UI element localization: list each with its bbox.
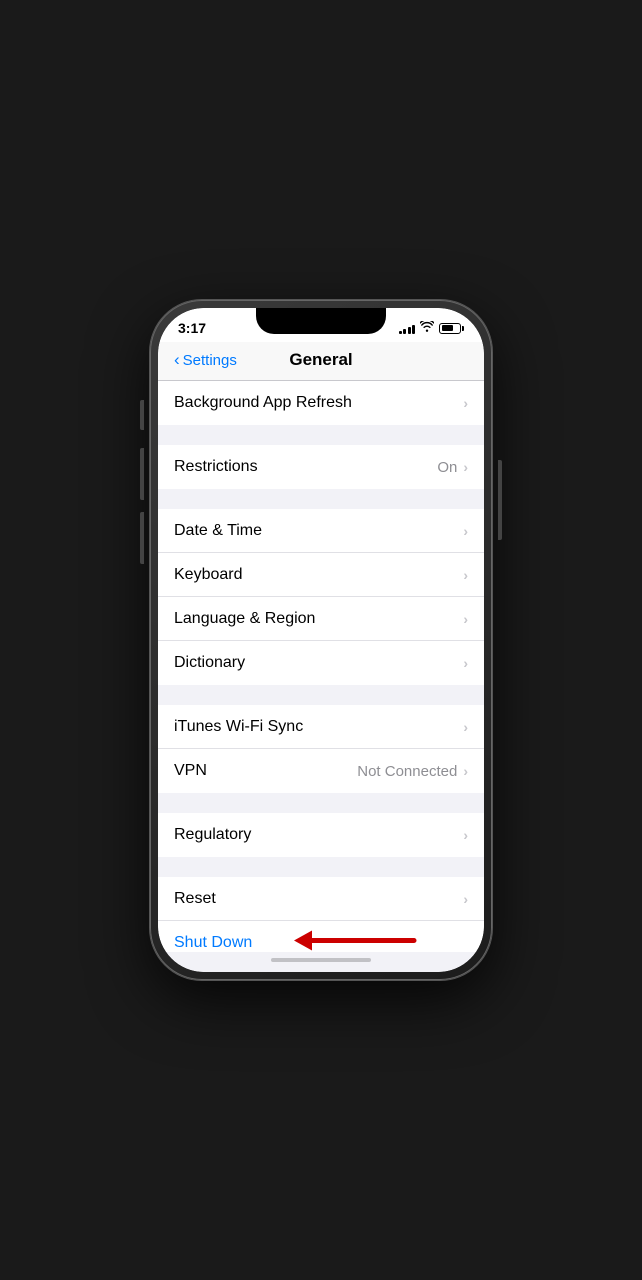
notch (256, 308, 386, 334)
language-region-right: › (463, 611, 468, 627)
date-time-row[interactable]: Date & Time › (158, 509, 484, 553)
chevron-left-icon: ‹ (174, 350, 180, 370)
mute-button (140, 400, 144, 430)
wifi-icon (420, 321, 434, 335)
page-title: General (289, 350, 352, 370)
chevron-icon: › (463, 523, 468, 539)
spacer-3 (158, 685, 484, 705)
screen-content: 3:17 (158, 308, 484, 972)
chevron-icon: › (463, 891, 468, 907)
chevron-icon: › (463, 719, 468, 735)
power-button (498, 460, 502, 540)
regulatory-label: Regulatory (174, 826, 251, 844)
vpn-right: Not Connected › (357, 763, 468, 780)
itunes-wifi-sync-right: › (463, 719, 468, 735)
chevron-icon: › (463, 655, 468, 671)
itunes-wifi-sync-label: iTunes Wi-Fi Sync (174, 718, 303, 736)
background-app-refresh-label: Background App Refresh (174, 394, 352, 412)
spacer-4 (158, 793, 484, 813)
regulatory-row[interactable]: Regulatory › (158, 813, 484, 857)
restrictions-value: On (437, 459, 457, 476)
volume-down-button (140, 512, 144, 564)
back-label: Settings (183, 352, 237, 369)
status-icons (399, 321, 465, 335)
background-app-refresh-row[interactable]: Background App Refresh › (158, 381, 484, 425)
date-time-right: › (463, 523, 468, 539)
dictionary-label: Dictionary (174, 654, 245, 672)
dictionary-row[interactable]: Dictionary › (158, 641, 484, 685)
chevron-icon: › (463, 395, 468, 411)
restrictions-right: On › (437, 459, 468, 476)
nav-bar: ‹ Settings General (158, 342, 484, 381)
date-time-label: Date & Time (174, 522, 262, 540)
background-app-refresh-right: › (463, 395, 468, 411)
vpn-label: VPN (174, 762, 207, 780)
chevron-icon: › (463, 459, 468, 475)
section-reset: Reset › Shut Down (158, 877, 484, 952)
spacer-5 (158, 857, 484, 877)
chevron-icon: › (463, 827, 468, 843)
signal-icon (399, 323, 416, 334)
chevron-icon: › (463, 611, 468, 627)
home-indicator (158, 952, 484, 972)
chevron-icon: › (463, 567, 468, 583)
reset-label: Reset (174, 890, 216, 908)
keyboard-right: › (463, 567, 468, 583)
phone-screen: 3:17 (158, 308, 484, 972)
itunes-wifi-sync-row[interactable]: iTunes Wi-Fi Sync › (158, 705, 484, 749)
restrictions-row[interactable]: Restrictions On › (158, 445, 484, 489)
dictionary-right: › (463, 655, 468, 671)
reset-row[interactable]: Reset › (158, 877, 484, 921)
keyboard-row[interactable]: Keyboard › (158, 553, 484, 597)
chevron-icon: › (463, 763, 468, 779)
reset-right: › (463, 891, 468, 907)
section-restrictions: Restrictions On › (158, 445, 484, 489)
section-regulatory: Regulatory › (158, 813, 484, 857)
section-background-refresh: Background App Refresh › (158, 381, 484, 425)
language-region-row[interactable]: Language & Region › (158, 597, 484, 641)
keyboard-label: Keyboard (174, 566, 243, 584)
phone-frame: 3:17 (150, 300, 492, 980)
annotation-arrow (284, 925, 424, 953)
status-time: 3:17 (178, 320, 206, 336)
vpn-value: Not Connected (357, 763, 457, 780)
restrictions-label: Restrictions (174, 458, 258, 476)
shut-down-row[interactable]: Shut Down (158, 921, 484, 952)
spacer-2 (158, 489, 484, 509)
section-sync: iTunes Wi-Fi Sync › VPN Not Connected › (158, 705, 484, 793)
spacer-1 (158, 425, 484, 445)
volume-up-button (140, 448, 144, 500)
battery-icon (439, 323, 464, 334)
vpn-row[interactable]: VPN Not Connected › (158, 749, 484, 793)
back-button[interactable]: ‹ Settings (174, 350, 237, 370)
regulatory-right: › (463, 827, 468, 843)
section-locale: Date & Time › Keyboard › Language & Regi… (158, 509, 484, 685)
settings-list: Background App Refresh › Restrictions On… (158, 381, 484, 952)
language-region-label: Language & Region (174, 610, 315, 628)
home-bar (271, 958, 371, 962)
shut-down-label: Shut Down (174, 934, 252, 952)
